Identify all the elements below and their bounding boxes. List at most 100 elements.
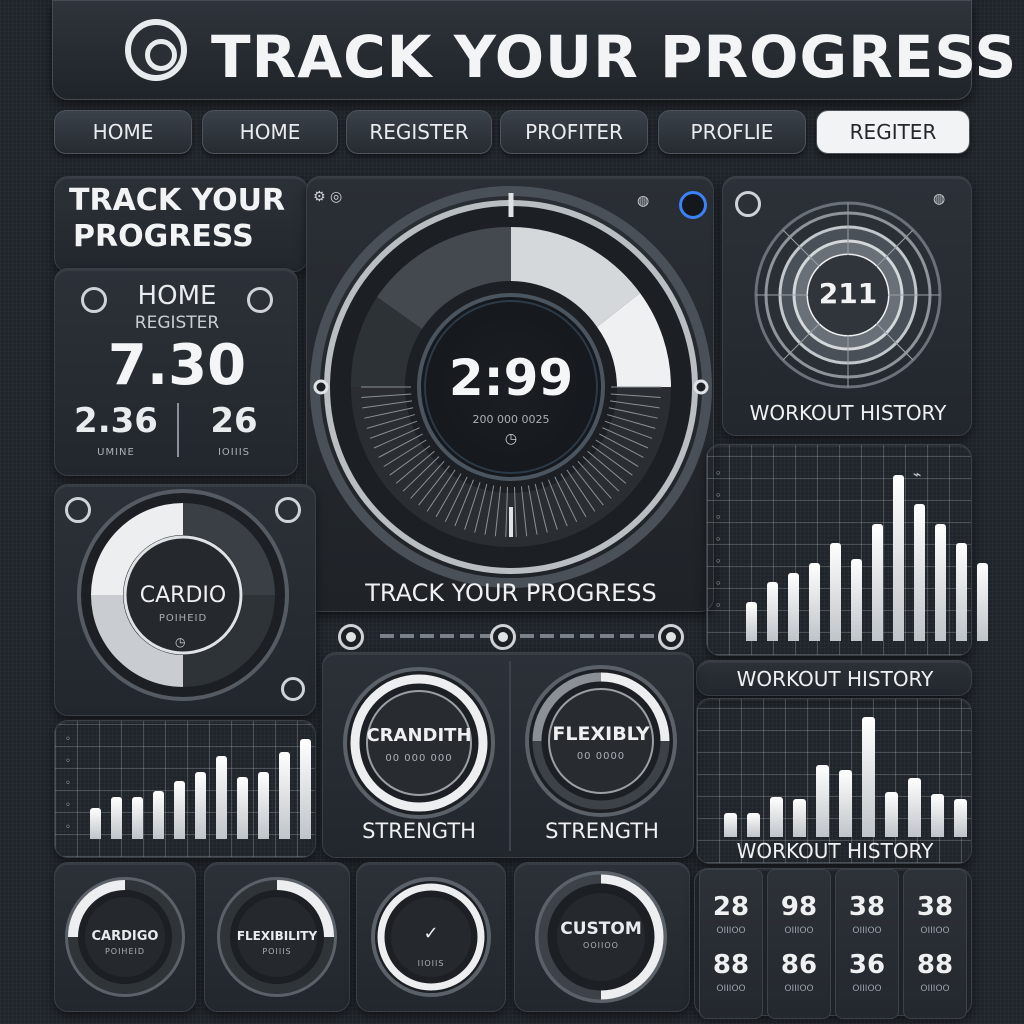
chart-3-bar-3 — [770, 797, 783, 837]
left-bar-chart — [85, 727, 316, 839]
stat-cell-3: 38 OIIIOO 36 OIIIOO — [835, 869, 899, 1019]
stat-2-top: 98 — [780, 892, 818, 922]
bottom-dial-2-label: FLEXIBILITY — [236, 929, 318, 943]
history-chart-1-panel: ◦ ◦ ◦ ◦ ◦ ◦ ◦ ⌁ — [706, 444, 988, 656]
stats-grid-panel: 28 OIIIOO 88 OIIIOO 98 OIIIOO 86 OIIIOO … — [694, 868, 972, 1019]
chart-1-bar-5 — [830, 543, 841, 641]
stat-3-bottom-sub: OIIIOO — [852, 984, 882, 994]
stat-2-bottom: 86 — [780, 950, 818, 980]
slider-row — [330, 620, 704, 654]
cardio-check-icon: ◷ — [175, 635, 186, 649]
nav-register-button[interactable]: REGISTER — [346, 110, 492, 154]
bottom-dial-1-sub: POIHEID — [104, 947, 146, 956]
chart-3-bar-1 — [724, 813, 737, 837]
history-heading-2: WORKOUT HISTORY — [736, 839, 934, 863]
gauge-sub-text: 200 000 0025 — [472, 413, 550, 426]
chart-1-bar-2 — [767, 582, 778, 641]
summary-left-value: 2.36 — [74, 401, 158, 441]
chart-1-bar-7 — [872, 524, 883, 641]
stat-3-bottom: 36 — [848, 950, 886, 980]
slider-knob-center[interactable] — [490, 624, 516, 650]
summary-right-caption: IOIIIS — [217, 447, 250, 458]
stat-4-top-sub: OIIIOO — [920, 926, 950, 936]
chart-1-bar-8 — [893, 475, 904, 641]
main-gauge-panel: ⚙ ◎ ◍ 2:99 200 000 0025 ◷ TRACK YOUR PRO… — [306, 176, 714, 612]
bottom-dial-4-sub: OOIIOO — [583, 941, 619, 950]
nav-register-active-button[interactable]: REGITER — [816, 110, 970, 154]
summary-panel: HOME REGISTER 7.30 2.36 UMINE 26 IOIIIS — [54, 268, 298, 476]
bottom-dial-2-sub: POIIIS — [262, 947, 292, 956]
bottom-dial-3-sub: IIOIIS — [417, 959, 445, 968]
stat-2-bottom-sub: OIIIOO — [784, 984, 814, 994]
summary-title-line1: TRACK YOUR — [69, 183, 286, 218]
history-chart-2 — [719, 705, 972, 837]
page-title: TRACK YOUR PROGRESS — [211, 23, 1018, 91]
chart-2-bar-2 — [111, 797, 122, 839]
check-icon: ✓ — [423, 923, 439, 944]
chart-3-bar-6 — [839, 770, 852, 837]
nav-home-button[interactable]: HOME — [54, 110, 192, 154]
summary-right-value: 26 — [210, 401, 258, 441]
cardio-label: CARDIO — [139, 583, 227, 608]
strength-dials-panel: CRANDITH 00 000 000 STRENGTH FLEXIBLY 00… — [322, 652, 694, 858]
chart-3-bar-10 — [931, 794, 944, 837]
bottom-dial-3-panel[interactable]: ✓ IIOIIS — [356, 862, 506, 1012]
gauge-caption: TRACK YOUR PROGRESS — [365, 579, 657, 607]
chart-1-bar-11 — [956, 543, 967, 641]
chart-3-bar-4 — [793, 799, 806, 837]
chart-1-bar-1 — [746, 602, 757, 641]
summary-register-label: REGISTER — [134, 313, 220, 333]
nav-profiter-button[interactable]: PROFITER — [500, 110, 648, 154]
chart-2-bar-6 — [195, 772, 206, 839]
strength-dial-1-sub: 00 000 000 — [385, 753, 453, 764]
workout-ring-caption: WORKOUT HISTORY — [749, 401, 947, 425]
history-heading-1: WORKOUT HISTORY — [736, 667, 934, 691]
chart-1-axis-icons: ◦ ◦ ◦ ◦ ◦ ◦ ◦ — [715, 467, 722, 612]
nav-profile-button[interactable]: PROFLIE — [658, 110, 806, 154]
bottom-dial-4-panel[interactable]: CUSTOM OOIIOO — [514, 862, 690, 1012]
chart-1-bar-10 — [935, 524, 946, 641]
cardio-sub: POIHEID — [158, 613, 208, 624]
chart-1-bar-4 — [809, 563, 820, 641]
bottom-dial-4-label: CUSTOM — [560, 919, 642, 939]
chart-2-bar-8 — [237, 777, 248, 839]
cardio-corner-icon — [281, 677, 305, 701]
left-chart-axis-icons: ◦ ◦ ◦ ◦ ◦ — [65, 734, 71, 833]
stat-4-top: 38 — [916, 892, 954, 922]
stat-4-bottom-sub: OIIIOO — [920, 984, 950, 994]
summary-title-line2: PROGRESS — [73, 219, 254, 254]
chart-2-bar-11 — [300, 739, 311, 839]
stat-cell-4: 38 OIIIOO 88 OIIIOO — [903, 869, 967, 1019]
bottom-dial-1-panel[interactable]: CARDIGO POIHEID — [54, 862, 196, 1012]
strength-dial-2-label: FLEXIBLY — [552, 723, 650, 745]
chart-3-bar-2 — [747, 813, 760, 837]
stat-1-bottom: 88 — [712, 950, 750, 980]
bottom-dial-2-panel[interactable]: FLEXIBILITY POIIIS — [204, 862, 350, 1012]
strength-dial-2-sub: 00 0000 — [576, 751, 626, 762]
chart-3-bar-8 — [885, 792, 898, 837]
cardio-dial-panel: CARDIO POIHEID ◷ — [54, 484, 316, 716]
chart-2-bar-1 — [90, 808, 101, 839]
stat-2-top-sub: OIIIOO — [784, 926, 814, 936]
chart-1-bar-12 — [977, 563, 988, 641]
logo-icon — [125, 19, 187, 81]
nav-home-button-2[interactable]: HOME — [202, 110, 338, 154]
slider-knob-left[interactable] — [338, 624, 364, 650]
chart-3-bar-7 — [862, 717, 875, 837]
slider-track[interactable] — [380, 634, 680, 638]
slider-knob-right[interactable] — [658, 624, 684, 650]
stat-4-bottom: 88 — [916, 950, 954, 980]
left-bar-chart-panel: ◦ ◦ ◦ ◦ ◦ — [54, 720, 316, 858]
chart-2-bar-5 — [174, 781, 185, 839]
app-header: TRACK YOUR PROGRESS — [52, 0, 1016, 100]
workout-ring-panel: ◍ 211 WORKOUT HISTORY — [722, 176, 972, 436]
chart-2-bar-4 — [153, 791, 164, 839]
summary-home-label: HOME — [137, 281, 217, 311]
bottom-dial-1-label: CARDIGO — [91, 929, 159, 944]
summary-title-panel: TRACK YOUR PROGRESS — [54, 176, 308, 272]
strength-dial-1-label: CRANDITH — [366, 725, 472, 746]
strength-dial-2-caption: STRENGTH — [545, 819, 659, 843]
chart-2-bar-9 — [258, 772, 269, 839]
stat-1-bottom-sub: OIIIOO — [716, 984, 746, 994]
chart-1-bar-9 — [914, 504, 925, 641]
